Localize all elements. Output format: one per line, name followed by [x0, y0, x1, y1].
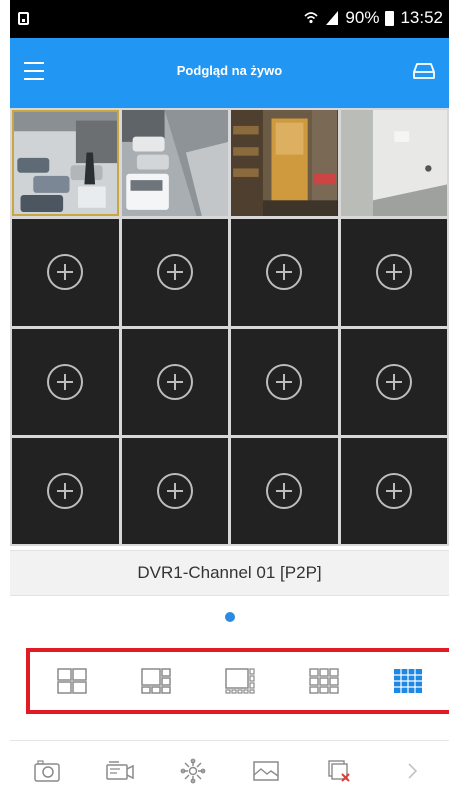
empty-slot-15[interactable] — [231, 437, 338, 544]
empty-slot-10[interactable] — [121, 328, 228, 435]
empty-slot-16[interactable] — [340, 437, 447, 544]
layout-16-button[interactable] — [388, 664, 428, 698]
add-channel-icon — [47, 363, 84, 400]
battery-percent: 90% — [345, 8, 380, 27]
camera-feed-4[interactable] — [340, 110, 447, 217]
add-channel-icon — [156, 254, 193, 291]
camera-feed-3[interactable] — [231, 110, 338, 217]
empty-slot-12[interactable] — [340, 328, 447, 435]
empty-slot-5[interactable] — [12, 219, 119, 326]
signal-icon — [326, 11, 339, 25]
tray-icon[interactable] — [413, 62, 435, 80]
add-channel-icon — [47, 254, 84, 291]
empty-slot-7[interactable] — [231, 219, 338, 326]
empty-slot-8[interactable] — [340, 219, 447, 326]
page-title: Podgląd na żywo — [176, 63, 283, 78]
record-icon — [105, 761, 134, 780]
ptz-icon — [180, 758, 206, 784]
battery-icon — [385, 10, 395, 26]
add-channel-icon — [156, 472, 193, 509]
layout-6-button[interactable] — [136, 664, 176, 698]
channel-label: DVR1-Channel 01 [P2P] — [10, 550, 449, 596]
camera-1-image — [12, 110, 119, 217]
camera-feed-1[interactable] — [12, 110, 119, 217]
empty-slot-9[interactable] — [12, 328, 119, 435]
sim-card-icon — [18, 12, 29, 25]
close-all-icon — [328, 760, 350, 782]
layout-16-icon — [394, 669, 422, 693]
status-bar: 90% 13:52 — [10, 0, 449, 38]
add-channel-icon — [266, 363, 303, 400]
layout-4-button[interactable] — [52, 664, 92, 698]
add-channel-icon — [266, 472, 303, 509]
image-quality-icon — [253, 761, 279, 781]
layout-8-icon — [225, 668, 255, 694]
add-channel-icon — [375, 363, 412, 400]
snapshot-icon — [33, 760, 60, 782]
empty-slot-13[interactable] — [12, 437, 119, 544]
live-view-grid — [10, 108, 449, 546]
image-quality-button[interactable] — [246, 751, 286, 791]
add-channel-icon — [375, 254, 412, 291]
record-button[interactable] — [100, 751, 140, 791]
camera-feed-2[interactable] — [121, 110, 228, 217]
empty-slot-11[interactable] — [231, 328, 338, 435]
status-right: 90% 13:52 — [303, 8, 443, 28]
camera-2-image — [121, 110, 228, 217]
clock-time: 13:52 — [400, 8, 443, 27]
next-button[interactable] — [392, 751, 432, 791]
layout-9-button[interactable] — [304, 664, 344, 698]
add-channel-icon — [375, 472, 412, 509]
close-all-button[interactable] — [319, 751, 359, 791]
add-channel-icon — [47, 472, 84, 509]
camera-4-image — [340, 110, 447, 217]
app-screen: 90% 13:52 Podgląd na żywo DVR1-Channel 0… — [10, 0, 449, 801]
layout-9-icon — [309, 668, 339, 694]
empty-slot-6[interactable] — [121, 219, 228, 326]
empty-slot-14[interactable] — [121, 437, 228, 544]
camera-3-image — [231, 110, 338, 217]
add-channel-icon — [156, 363, 193, 400]
page-indicator-dot — [225, 612, 235, 622]
layout-4-icon — [57, 668, 87, 694]
snapshot-button[interactable] — [27, 751, 67, 791]
layout-8-button[interactable] — [220, 664, 260, 698]
layout-selector — [26, 648, 449, 714]
layout-6-icon — [141, 668, 171, 694]
bottom-toolbar — [10, 740, 449, 801]
next-icon — [408, 763, 418, 779]
ptz-button[interactable] — [173, 751, 213, 791]
app-bar: Podgląd na żywo — [10, 38, 449, 108]
add-channel-icon — [266, 254, 303, 291]
wifi-icon — [304, 12, 318, 24]
